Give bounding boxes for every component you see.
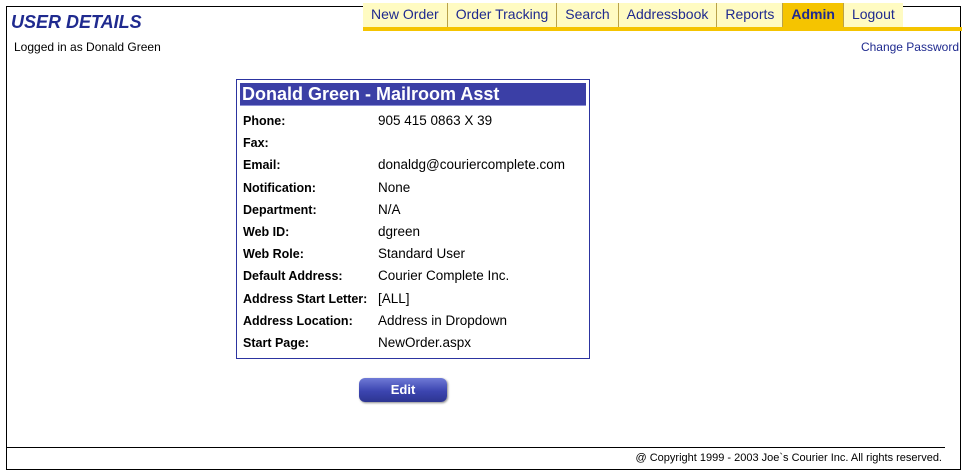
- field-label: Phone:: [243, 114, 286, 128]
- nav-reports[interactable]: Reports: [716, 3, 783, 27]
- field-row-address-location: Address Location: Address in Dropdown: [237, 310, 589, 332]
- field-label: Email:: [243, 158, 281, 173]
- field-row-web-id: Web ID: dgreen: [237, 221, 589, 243]
- field-value: Address in Dropdown: [378, 312, 508, 328]
- footer-divider: [7, 447, 945, 448]
- field-label: Web ID:: [243, 224, 290, 239]
- field-row-default-address: Default Address: Courier Complete Inc.: [237, 265, 589, 287]
- nav-order-tracking[interactable]: Order Tracking: [446, 3, 557, 27]
- field-value: Courier Complete Inc.: [378, 268, 510, 284]
- field-row-web-role: Web Role: Standard User: [237, 243, 589, 265]
- user-card-title: Donald Green - Mailroom Asst: [240, 83, 586, 106]
- field-value: N/A: [378, 201, 401, 217]
- user-fields: Phone: 905 415 0863 X 39 Fax: Email: don…: [237, 110, 589, 354]
- nav-logout[interactable]: Logout: [842, 3, 903, 27]
- field-label: Notification:: [243, 180, 316, 195]
- field-row-address-start-letter: Address Start Letter: [ALL]: [237, 288, 589, 310]
- field-label: Address Start Letter:: [243, 291, 368, 306]
- field-value: 905 415 0863 X 39: [378, 113, 493, 128]
- field-value: None: [378, 179, 411, 195]
- page-title: USER DETAILS: [11, 12, 142, 32]
- field-value: NewOrder.aspx: [378, 334, 472, 350]
- nav-new-order[interactable]: New Order: [363, 3, 447, 27]
- change-password-link[interactable]: Change Password: [861, 40, 959, 54]
- nav-search[interactable]: Search: [556, 3, 618, 27]
- field-label: Web Role:: [243, 247, 304, 262]
- nav-underline: [363, 27, 962, 31]
- user-details-card: Donald Green - Mailroom Asst Phone: 905 …: [236, 79, 590, 359]
- field-row-phone: Phone: 905 415 0863 X 39: [237, 110, 589, 132]
- main-nav: New Order Order Tracking Search Addressb…: [363, 3, 903, 27]
- field-row-email: Email: donaldg@couriercomplete.com: [237, 154, 589, 176]
- logged-in-status: Logged in as Donald Green: [14, 40, 161, 54]
- copyright-text: @ Copyright 1999 - 2003 Joe`s Courier In…: [635, 452, 942, 464]
- field-value: [378, 132, 589, 154]
- nav-admin[interactable]: Admin: [782, 3, 843, 27]
- field-row-department: Department: N/A: [237, 199, 589, 221]
- field-label: Fax:: [243, 136, 269, 151]
- field-label: Default Address:: [243, 269, 343, 284]
- field-value: Standard User: [378, 246, 466, 262]
- field-row-notification: Notification: None: [237, 177, 589, 199]
- nav-addressbook[interactable]: Addressbook: [617, 3, 717, 27]
- field-value: donaldg@couriercomplete.com: [378, 157, 566, 173]
- field-value: dgreen: [378, 223, 421, 239]
- field-label: Address Location:: [243, 313, 353, 328]
- field-label: Department:: [243, 202, 317, 217]
- field-row-fax: Fax:: [237, 132, 589, 154]
- edit-button[interactable]: Edit: [359, 378, 447, 402]
- field-value: [ALL]: [378, 290, 410, 306]
- field-label: Start Page:: [243, 335, 309, 350]
- field-row-start-page: Start Page: NewOrder.aspx: [237, 332, 589, 354]
